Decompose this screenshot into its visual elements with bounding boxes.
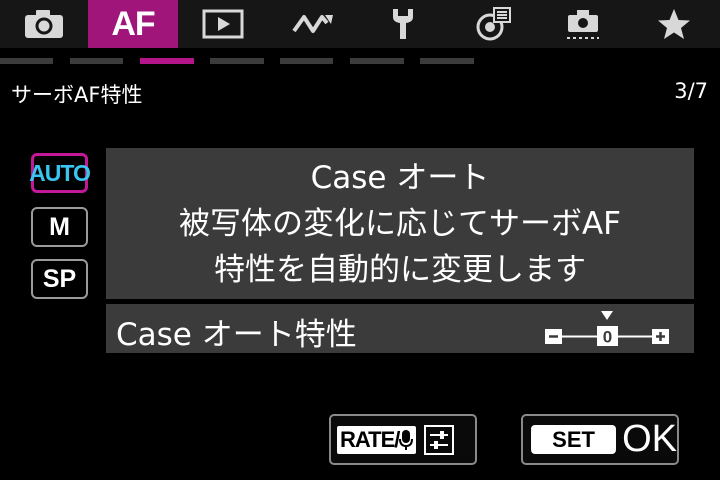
menu-tab-bar: AF	[0, 0, 720, 48]
parameter-row[interactable]: Case オート特性 0	[106, 304, 694, 353]
tab-shooting[interactable]	[0, 0, 88, 48]
tab-my-menu[interactable]	[538, 0, 628, 48]
description-line-2: 特性を自動的に変更します	[214, 251, 586, 288]
page-indicator-4	[210, 58, 264, 64]
adjustment-scale: 0	[545, 311, 669, 347]
tab-favorites[interactable]	[628, 0, 720, 48]
parameter-label: Case オート特性	[116, 317, 357, 353]
mode-sp-button[interactable]: SP	[31, 259, 88, 299]
custom-functions-icon	[476, 7, 511, 41]
page-indicator-2	[70, 58, 123, 64]
tab-af[interactable]: AF	[88, 0, 178, 48]
tab-wireless[interactable]	[268, 0, 358, 48]
description-line-1: 被写体の変化に応じてサーボAF	[178, 205, 622, 242]
tab-playback[interactable]	[178, 0, 268, 48]
scale-pointer-icon	[601, 311, 613, 320]
menu-title: サーボAF特性	[11, 83, 143, 107]
mode-manual-button[interactable]: M	[31, 207, 88, 247]
page-indicator-1	[0, 58, 53, 64]
page-indicator-6	[350, 58, 404, 64]
wave-icon	[292, 15, 333, 33]
page-indicator-3-active	[140, 58, 194, 64]
page-number: 3/7	[674, 79, 708, 103]
scale-value: 0	[603, 328, 612, 347]
microphone-icon	[399, 429, 414, 450]
tab-custom-functions[interactable]	[448, 0, 538, 48]
star-icon	[658, 9, 690, 39]
set-ok-button[interactable]: SET OK	[521, 414, 679, 465]
set-label: SET	[531, 425, 617, 454]
tab-setup[interactable]	[358, 0, 448, 48]
description-panel: Case オート 被写体の変化に応じてサーボAF 特性を自動的に変更します	[106, 148, 694, 299]
ok-label: OK	[622, 418, 677, 460]
rate-button[interactable]: RATE/	[329, 414, 477, 465]
my-menu-icon	[567, 10, 599, 39]
sliders-icon	[424, 424, 455, 455]
case-title: Case オート	[310, 159, 490, 196]
mode-auto-button[interactable]: AUTO	[29, 153, 91, 193]
rate-label: RATE/	[337, 425, 417, 454]
page-indicator-7	[420, 58, 474, 64]
camera-icon	[25, 10, 63, 38]
wrench-icon	[393, 9, 413, 39]
tab-af-label: AF	[111, 4, 155, 43]
page-indicator-5	[280, 58, 333, 64]
playback-icon	[202, 9, 244, 39]
